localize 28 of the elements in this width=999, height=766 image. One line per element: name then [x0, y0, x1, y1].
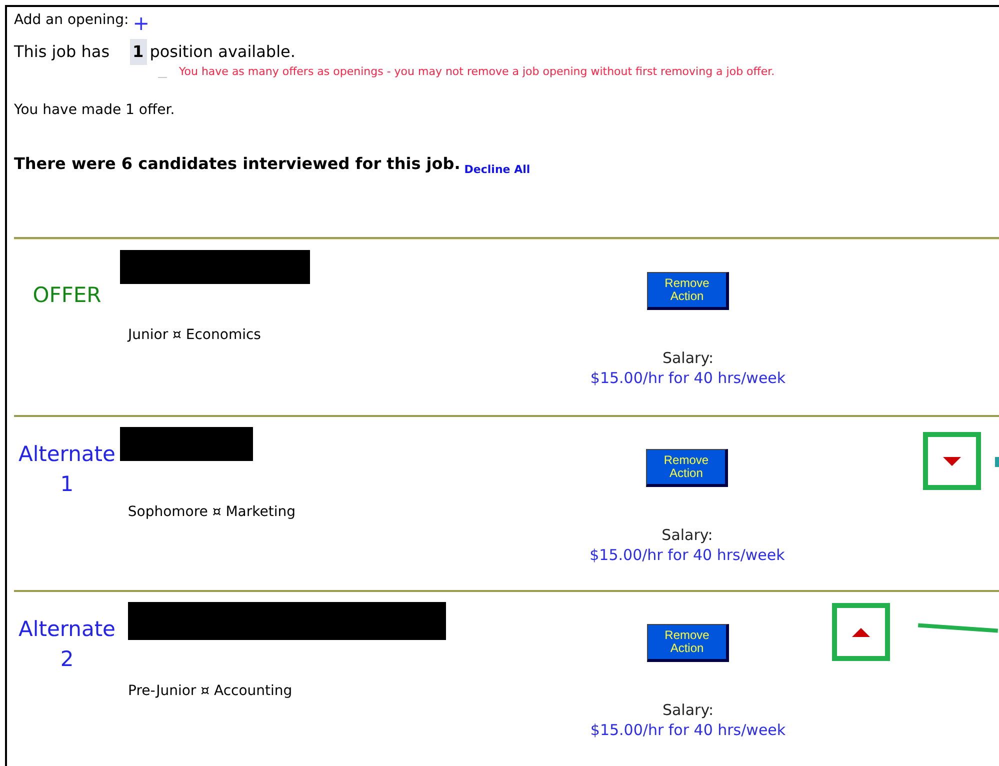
salary-label: Salary:	[662, 348, 714, 368]
decline-all-link[interactable]: Decline All	[464, 162, 530, 178]
plus-icon[interactable]: +	[132, 13, 150, 33]
remove-action-button[interactable]: Remove Action	[647, 272, 729, 310]
salary-value: $15.00/hr for 40 hrs/week	[590, 545, 785, 565]
positions-label: position available.	[150, 41, 296, 63]
candidate-status: Alternate	[18, 441, 116, 468]
candidate-details: Sophomore ¤ Marketing	[128, 503, 296, 521]
salary-value: $15.00/hr for 40 hrs/week	[590, 368, 786, 388]
offers-made-text: You have made 1 offer.	[14, 101, 176, 119]
warning-message: You have as many offers as openings - you may not remove a job opening without first removing a job offer.	[179, 65, 775, 78]
salary-label: Salary:	[662, 700, 714, 720]
interviewed-heading: There were 6 candidates interviewed for this job.	[14, 154, 460, 174]
alternate-rank: 2	[60, 646, 74, 673]
candidate-status: Alternate	[18, 616, 116, 643]
add-opening-label: Add an opening:	[14, 11, 129, 29]
move-up-icon[interactable]	[850, 626, 872, 638]
candidate-status: OFFER	[32, 282, 102, 309]
position-count: 1	[130, 39, 147, 65]
alternate-rank: 1	[60, 471, 74, 498]
remove-action-button[interactable]: Remove Action	[647, 624, 729, 662]
candidate-details: Junior ¤ Economics	[128, 326, 262, 344]
salary-label: Salary:	[662, 525, 713, 545]
move-down-icon[interactable]	[941, 454, 964, 468]
positions-label: This job has	[14, 41, 110, 63]
remove-action-button[interactable]: Remove Action	[646, 449, 728, 487]
candidate-details: Pre-Junior ¤ Accounting	[128, 682, 294, 700]
salary-value: $15.00/hr for 40 hrs/week	[590, 720, 786, 740]
